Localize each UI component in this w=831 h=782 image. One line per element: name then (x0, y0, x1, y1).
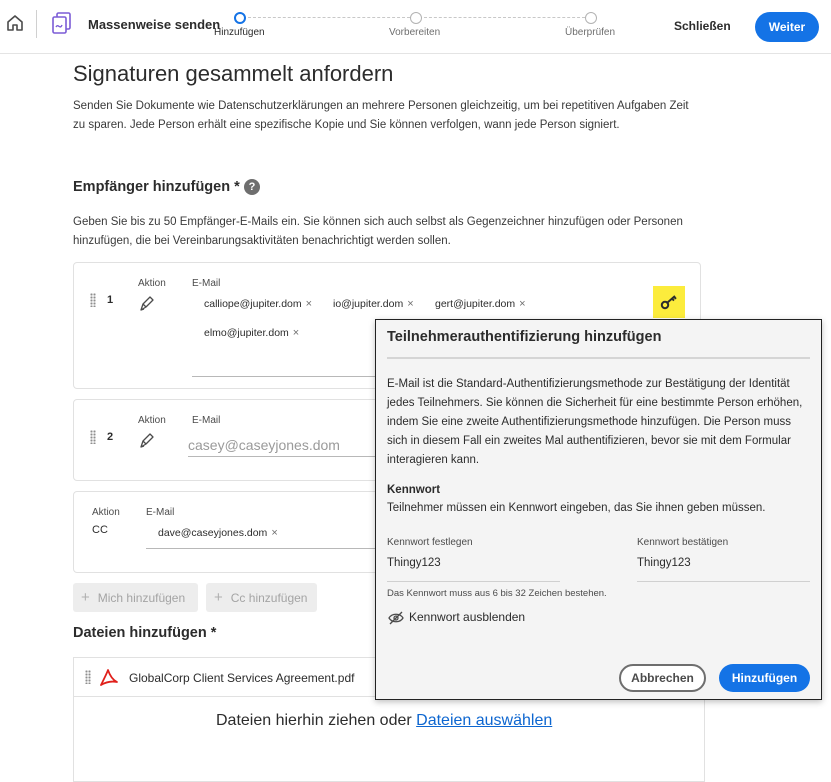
confirm-password-field[interactable]: Thingy123 (637, 557, 691, 569)
sign-pen-icon[interactable] (137, 293, 157, 313)
page-intro: Senden Sie Dokumente wie Datenschutzerkl… (73, 100, 689, 131)
drag-handle-icon[interactable] (85, 670, 91, 684)
remove-icon[interactable]: × (271, 527, 277, 539)
help-icon[interactable]: ? (244, 179, 260, 195)
step-review-label: Überprüfen (565, 27, 616, 38)
email-tag: gert@jupiter.dom × (435, 298, 526, 310)
drop-zone-text: Dateien hierhin ziehen oder Dateien ausw… (216, 712, 552, 730)
drop-instruction: Dateien hierhin ziehen oder (216, 712, 417, 729)
drag-handle-icon[interactable] (90, 430, 96, 444)
email-tag: elmo@jupiter.dom × (204, 327, 299, 339)
dialog-title: Teilnehmerauthentifizierung hinzufügen (387, 329, 662, 345)
password-heading: Kennwort (387, 484, 441, 496)
step-review-indicator (585, 12, 597, 24)
email-field-underline (192, 376, 375, 377)
email-tag: calliope@jupiter.dom × (204, 298, 312, 310)
dialog-description: E-Mail ist die Standard-Authentifizierun… (387, 378, 803, 466)
confirm-password-label: Kennwort bestätigen (637, 537, 729, 548)
step-add-indicator (234, 12, 246, 24)
step-prepare-indicator (410, 12, 422, 24)
eye-hidden-icon[interactable] (388, 611, 404, 625)
email-input-placeholder[interactable]: casey@caseyjones.dom (188, 437, 340, 453)
set-password-label: Kennwort festlegen (387, 537, 473, 548)
email-label: E-Mail (192, 415, 221, 426)
step-connector (248, 17, 410, 18)
authentication-key-button[interactable] (653, 286, 685, 318)
recipients-heading: Empfänger hinzufügen * (73, 179, 240, 195)
app-title: Massenweise senden (88, 17, 221, 32)
email-label: E-Mail (192, 278, 221, 289)
step-prepare-label: Vorbereiten (389, 27, 441, 38)
cancel-button[interactable]: Abbrechen (619, 664, 706, 692)
step-add-label: Hinzufügen (214, 27, 265, 38)
add-cc-button[interactable]: + Cc hinzufügen (206, 583, 317, 612)
plus-icon: + (81, 589, 90, 606)
email-tag-text: calliope@jupiter.dom (204, 298, 302, 310)
recipient-number: 2 (107, 431, 114, 443)
remove-icon[interactable]: × (519, 298, 525, 310)
file-name: GlobalCorp Client Services Agreement.pdf (129, 671, 355, 685)
email-field-underline (146, 548, 375, 549)
hide-password-toggle[interactable]: Kennwort ausblenden (409, 610, 525, 624)
action-label: Aktion (92, 507, 120, 518)
email-tag-text: gert@jupiter.dom (435, 298, 516, 310)
dialog-divider (387, 357, 810, 359)
participant-authentication-dialog: Teilnehmerauthentifizierung hinzufügen E… (375, 319, 822, 700)
password-hint: Das Kennwort muss aus 6 bis 32 Zeichen b… (387, 588, 607, 599)
email-tag-text: elmo@jupiter.dom (204, 327, 289, 339)
close-button[interactable]: Schließen (674, 19, 731, 33)
remove-icon[interactable]: × (293, 327, 299, 339)
step-connector (424, 17, 585, 18)
action-label: Aktion (138, 278, 166, 289)
bulk-send-document-icon (52, 12, 71, 34)
sign-pen-icon[interactable] (137, 430, 157, 450)
action-label: Aktion (138, 415, 166, 426)
plus-icon: + (214, 589, 223, 606)
recipients-description: Geben Sie bis zu 50 Empfänger-E-Mails ei… (73, 216, 683, 247)
remove-icon[interactable]: × (407, 298, 413, 310)
email-field-underline (188, 456, 375, 457)
top-bar: Massenweise senden Hinzufügen Vorbereite… (0, 0, 831, 54)
add-button[interactable]: Hinzufügen (719, 664, 810, 692)
files-heading: Dateien hinzufügen * (73, 625, 217, 641)
pdf-icon (100, 669, 118, 686)
drag-handle-icon[interactable] (90, 293, 96, 307)
email-tag-text: io@jupiter.dom (333, 298, 404, 310)
recipient-number: 1 (107, 294, 114, 306)
remove-icon[interactable]: × (306, 298, 312, 310)
set-password-field[interactable]: Thingy123 (387, 557, 441, 569)
cc-action-value[interactable]: CC (92, 524, 108, 536)
password-description: Teilnehmer müssen ein Kennwort eingeben,… (387, 502, 766, 514)
email-tag: dave@caseyjones.dom × (158, 527, 278, 539)
email-tag: io@jupiter.dom × (333, 298, 414, 310)
add-me-button[interactable]: + Mich hinzufügen (73, 583, 198, 612)
key-icon (660, 295, 677, 310)
set-password-underline (387, 581, 560, 582)
next-button[interactable]: Weiter (755, 12, 819, 42)
add-me-label: Mich hinzufügen (97, 591, 186, 605)
home-icon[interactable] (4, 12, 26, 34)
confirm-password-underline (637, 581, 810, 582)
divider (36, 10, 37, 38)
page-title: Signaturen gesammelt anfordern (73, 61, 394, 86)
email-tag-text: dave@caseyjones.dom (158, 527, 268, 539)
select-files-link[interactable]: Dateien auswählen (416, 712, 552, 729)
email-label: E-Mail (146, 507, 175, 518)
add-cc-label: Cc hinzufügen (230, 591, 308, 605)
